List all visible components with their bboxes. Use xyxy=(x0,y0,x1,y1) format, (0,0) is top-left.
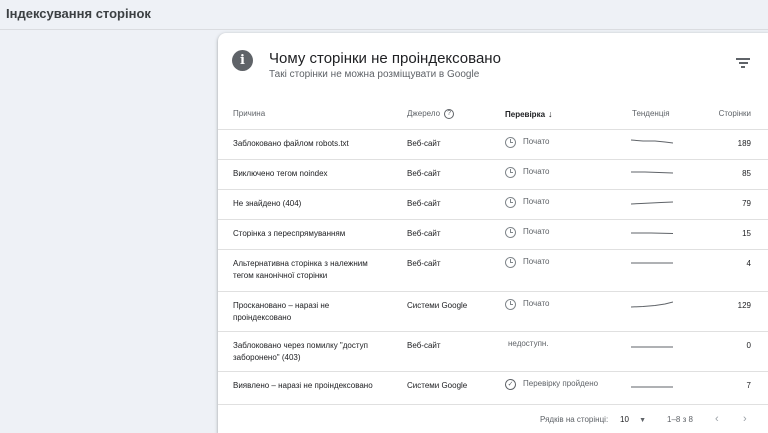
row-source: Веб-сайт xyxy=(407,169,441,178)
help-icon[interactable]: ? xyxy=(444,109,455,119)
row-status-label: Почато xyxy=(523,167,550,176)
row-status: Почато xyxy=(505,226,550,238)
check-circle-icon: ✓ xyxy=(505,378,516,390)
next-page-button[interactable]: › xyxy=(743,413,747,425)
row-status: недоступн. xyxy=(505,338,549,350)
trend-sparkline xyxy=(631,301,673,308)
sort-arrow-down-icon: ↓ xyxy=(548,109,553,119)
row-status: Почато xyxy=(505,136,550,148)
table-row[interactable]: Не знайдено (404) Веб-сайт Почато 79 xyxy=(218,189,768,220)
row-source: Веб-сайт xyxy=(407,229,441,238)
rows-per-page-select[interactable]: 10 ▼ xyxy=(620,415,646,424)
trend-sparkline xyxy=(631,232,673,234)
clock-icon xyxy=(505,136,516,148)
column-header-source-label: Джерело xyxy=(407,109,441,119)
row-reason: Заблоковано файлом robots.txt xyxy=(233,139,349,148)
dropdown-arrow-icon: ▼ xyxy=(639,417,647,424)
row-source: Веб-сайт xyxy=(407,199,441,208)
row-status: Почато xyxy=(505,298,550,310)
row-status: Почато xyxy=(505,196,550,208)
clock-icon xyxy=(505,298,516,310)
column-header-check[interactable]: Перевірка ↓ xyxy=(505,109,553,119)
table-row[interactable]: Заблоковано через помилку "доступ заборо… xyxy=(218,331,768,372)
previous-page-button[interactable]: ‹ xyxy=(715,413,719,425)
column-header-check-label: Перевірка xyxy=(505,110,546,119)
row-count: 189 xyxy=(737,139,751,148)
row-status-label: Почато xyxy=(523,299,550,308)
row-status-label: Перевірку пройдено xyxy=(523,379,599,388)
info-icon: i xyxy=(232,50,253,71)
row-status-label: Почато xyxy=(523,197,550,206)
row-status: Почато xyxy=(505,256,550,268)
filter-icon[interactable] xyxy=(736,57,750,69)
clock-icon xyxy=(505,226,516,238)
row-count: 7 xyxy=(746,381,751,390)
table-row[interactable]: Заблоковано файлом robots.txt Веб-сайт П… xyxy=(218,129,768,160)
trend-sparkline xyxy=(631,171,673,174)
trend-sparkline xyxy=(631,346,673,348)
trend-sparkline xyxy=(631,386,673,388)
row-reason: Не знайдено (404) xyxy=(233,199,302,208)
trend-sparkline xyxy=(631,201,673,205)
row-reason: Виявлено – наразі не проіндексовано xyxy=(233,381,373,390)
row-status-label: Почато xyxy=(523,227,550,236)
row-count: 129 xyxy=(737,301,751,310)
trend-sparkline xyxy=(631,262,673,264)
row-count: 85 xyxy=(742,169,751,178)
clock-icon xyxy=(505,256,516,268)
column-header-source[interactable]: Джерело? xyxy=(407,109,455,119)
row-status-label: недоступн. xyxy=(508,339,549,348)
row-reason: Сторінка з переспрямуванням xyxy=(233,229,346,238)
trend-sparkline xyxy=(631,139,673,144)
not-indexed-card: i Чому сторінки не проіндексовано Такі с… xyxy=(218,33,768,433)
clock-icon xyxy=(505,166,516,178)
top-bar: Індексування сторінок xyxy=(0,0,768,30)
row-source: Системи Google xyxy=(407,301,468,310)
clock-icon xyxy=(505,196,516,208)
column-header-reason[interactable]: Причина xyxy=(233,109,265,118)
rows-per-page-value: 10 xyxy=(620,415,629,424)
rows-per-page-label: Рядків на сторінці: xyxy=(540,415,609,424)
row-count: 4 xyxy=(746,259,751,268)
table-row[interactable]: Сторінка з переспрямуванням Веб-сайт Поч… xyxy=(218,219,768,250)
row-status-label: Почато xyxy=(523,257,550,266)
table-row[interactable]: Альтернативна сторінка з належним тегом … xyxy=(218,249,768,292)
row-source: Веб-сайт xyxy=(407,259,441,268)
card-title: Чому сторінки не проіндексовано xyxy=(269,50,501,67)
table-row[interactable]: Виявлено – наразі не проіндексовано Сист… xyxy=(218,371,768,405)
row-source: Веб-сайт xyxy=(407,341,441,350)
row-reason: Виключено тегом noindex xyxy=(233,169,328,178)
row-status: Почато xyxy=(505,166,550,178)
table-row[interactable]: Проскановано – наразі не проіндексовано … xyxy=(218,291,768,332)
column-header-pages[interactable]: Сторінки xyxy=(719,109,751,118)
row-count: 79 xyxy=(742,199,751,208)
row-source: Веб-сайт xyxy=(407,139,441,148)
row-reason: Заблоковано через помилку "доступ заборо… xyxy=(233,341,368,362)
row-reason: Проскановано – наразі не проіндексовано xyxy=(233,301,330,322)
column-header-trend[interactable]: Тенденція xyxy=(632,109,670,118)
row-reason: Альтернативна сторінка з належним тегом … xyxy=(233,259,368,280)
page-title: Індексування сторінок xyxy=(6,6,151,21)
row-count: 0 xyxy=(746,341,751,350)
card-subtitle: Такі сторінки не можна розміщувати в Goo… xyxy=(269,69,480,80)
row-status: ✓ Перевірку пройдено xyxy=(505,378,598,390)
row-source: Системи Google xyxy=(407,381,468,390)
row-count: 15 xyxy=(742,229,751,238)
row-status-label: Почато xyxy=(523,137,550,146)
table-row[interactable]: Виключено тегом noindex Веб-сайт Почато … xyxy=(218,159,768,190)
pagination-range: 1–8 з 8 xyxy=(667,415,693,424)
